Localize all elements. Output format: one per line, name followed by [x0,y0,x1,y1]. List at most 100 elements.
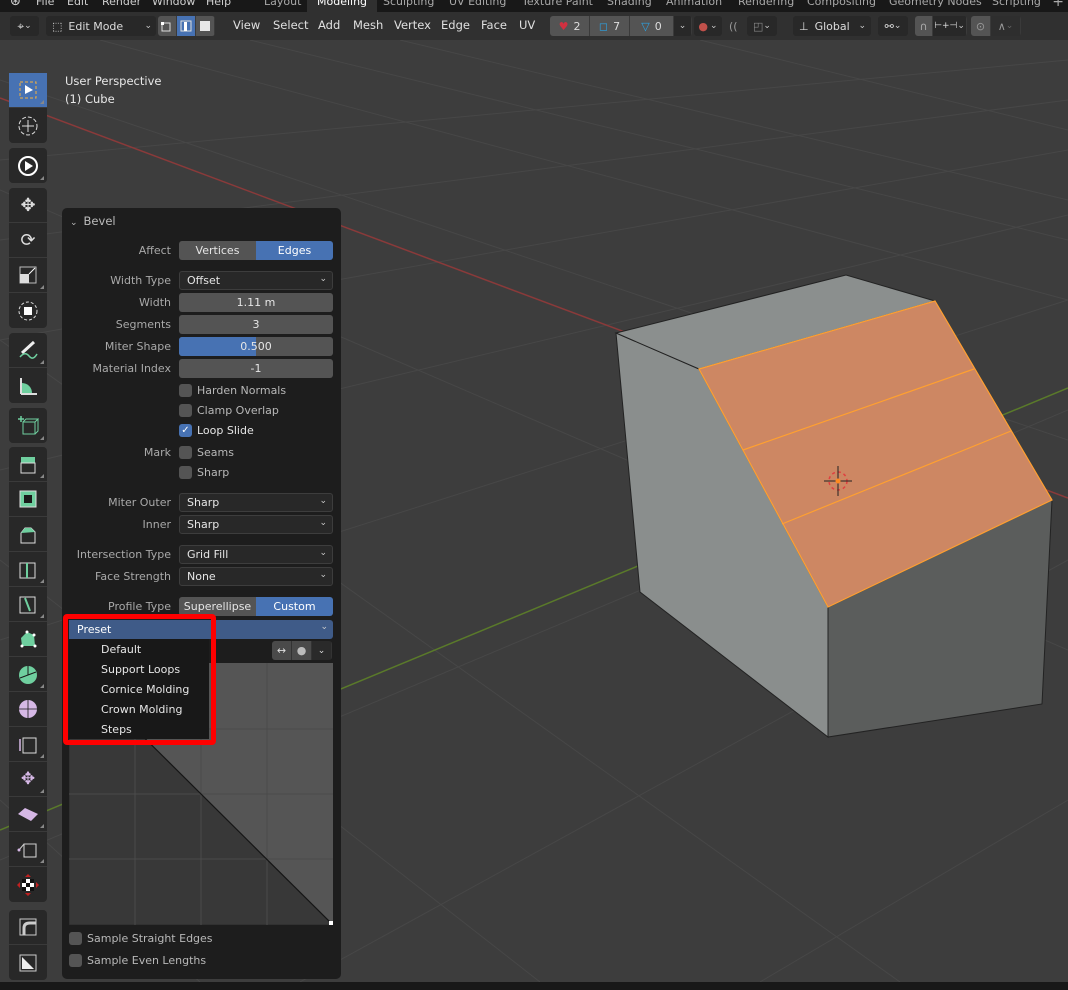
sample-straight-edges-checkbox[interactable]: Sample Straight Edges [69,932,213,945]
preset-item-cornice-molding[interactable]: Cornice Molding [69,679,209,699]
menu-select[interactable]: Select [273,18,308,32]
sample-even-lengths-checkbox[interactable]: Sample Even Lengths [69,954,206,967]
width-type-dropdown[interactable]: Offset ⌄ [179,271,333,290]
tool-rip-region[interactable] [9,832,47,867]
profile-superellipse-button[interactable]: Superellipse [179,597,256,616]
tab-geometry-nodes[interactable]: Geometry Nodes [879,0,992,12]
proportional-falloff-dropdown[interactable]: ∧ ⌄ [991,16,1021,36]
width-field[interactable]: 1.11 m [179,293,333,312]
preset-item-default[interactable]: Default [69,639,209,659]
tool-spin[interactable] [9,657,47,692]
miter-outer-dropdown[interactable]: Sharp ⌄ [179,493,333,512]
blender-logo-icon[interactable]: ⊛ [10,0,21,9]
menu-uv[interactable]: UV [519,18,535,32]
tool-shear[interactable] [9,797,47,832]
transform-orientation-dropdown[interactable]: ⊥ Global ⌄ [793,16,871,36]
tab-modeling[interactable]: Modeling [307,0,378,12]
tool-loop-cut[interactable] [9,552,47,587]
tool-inset-faces[interactable] [9,482,47,517]
miter-shape-slider[interactable]: 0.500 [179,337,333,356]
face-count[interactable]: ▽ 0 [630,16,674,36]
intersection-type-dropdown[interactable]: Grid Fill ⌄ [179,545,333,564]
mark-sharp-checkbox[interactable]: Sharp [179,466,229,479]
tool-bevel[interactable] [9,517,47,552]
menu-mesh[interactable]: Mesh [353,18,383,32]
tab-rendering[interactable]: Rendering [728,0,804,12]
proportional-edit-toggle[interactable]: ⊙ [971,16,991,36]
mark-seams-checkbox[interactable]: Seams [179,446,234,459]
tool-extrude-region[interactable] [9,447,47,482]
material-index-field[interactable]: -1 [179,359,333,378]
menu-add[interactable]: Add [318,18,340,32]
tool-select-box[interactable] [9,73,47,108]
menu-edit[interactable]: Edit [67,0,88,8]
menu-help[interactable]: Help [206,0,231,8]
panel-header[interactable]: ⌄ Bevel [70,214,116,228]
edge-select-mode-button[interactable] [177,16,196,36]
edge-count[interactable]: ◻ 7 [590,16,630,36]
inner-miter-dropdown[interactable]: Sharp ⌄ [179,515,333,534]
tool-tweak[interactable] [9,148,47,183]
segments-field[interactable]: 3 [179,315,333,334]
tool-smooth[interactable] [9,692,47,727]
tool-rotate[interactable]: ⟳ [9,223,47,258]
tool-measure[interactable] [9,368,47,403]
clip-button[interactable]: ● [292,641,312,660]
preset-item-crown-molding[interactable]: Crown Molding [69,699,209,719]
snap-element-button[interactable]: ● ⌄ [694,16,722,36]
axes-icon: ⊥ [799,19,809,33]
reverse-profile-button[interactable]: ↔ [272,641,292,660]
menu-file[interactable]: File [36,0,54,8]
tab-uv-editing[interactable]: UV Editing [439,0,516,12]
tab-sculpting[interactable]: Sculpting [373,0,444,12]
loop-slide-checkbox[interactable]: ✓ Loop Slide [179,424,254,437]
editor-type-button[interactable]: ⌖ ⌄ [10,16,39,36]
snap-target-dropdown[interactable]: ⊢+⊣ ⌄ [933,16,967,36]
menu-window[interactable]: Window [152,0,195,8]
tool-move[interactable]: ✥ [9,188,47,223]
mode-dropdown[interactable]: ⬚ Edit Mode ⌄ [46,16,156,36]
harden-normals-checkbox[interactable]: Harden Normals [179,384,286,397]
proportional-falloff-button[interactable]: ◰ ⌄ [747,16,777,36]
curve-options-dropdown[interactable]: ⌄ [312,641,332,660]
face-select-mode-button[interactable] [196,16,215,36]
preset-menu: Preset Default Support Loops Cornice Mol… [69,620,209,739]
tab-animation[interactable]: Animation [656,0,732,12]
tool-transform[interactable] [9,293,47,328]
tool-scale[interactable] [9,258,47,293]
tab-compositing[interactable]: Compositing [797,0,886,12]
tool-custom-2[interactable] [9,945,47,980]
tool-knife[interactable] [9,587,47,622]
tool-cursor[interactable] [9,108,47,143]
tool-custom-1[interactable] [9,910,47,945]
tool-add-cube[interactable] [9,408,47,443]
vertex-select-mode-button[interactable] [158,16,177,36]
tab-scripting[interactable]: Scripting [982,0,1051,12]
affect-edges-button[interactable]: Edges [256,241,333,260]
tool-poly-build[interactable] [9,622,47,657]
tab-layout[interactable]: Layout [254,0,311,12]
affect-vertices-button[interactable]: Vertices [179,241,256,260]
tool-shrink-fatten[interactable]: ✥ [9,762,47,797]
stats-dropdown[interactable]: ⌄ [674,16,692,36]
shading-curve-icon[interactable]: (( [729,20,738,33]
clamp-overlap-checkbox[interactable]: Clamp Overlap [179,404,279,417]
preset-item-support-loops[interactable]: Support Loops [69,659,209,679]
tool-to-sphere[interactable] [9,867,47,902]
menu-render[interactable]: Render [102,0,141,8]
tab-texture-paint[interactable]: Texture Paint [512,0,603,12]
preset-item-steps[interactable]: Steps [69,719,209,739]
menu-vertex[interactable]: Vertex [394,18,431,32]
profile-custom-button[interactable]: Custom [256,597,333,616]
tool-annotate[interactable] [9,333,47,368]
tab-shading[interactable]: Shading [597,0,662,12]
menu-edge[interactable]: Edge [441,18,470,32]
gizmo-count[interactable]: ♥ 2 [550,16,590,36]
menu-view[interactable]: View [233,18,260,32]
pivot-point-button[interactable]: ⚯ ⌄ [878,16,908,36]
snap-toggle[interactable]: ∩ [915,16,933,36]
face-strength-dropdown[interactable]: None ⌄ [179,567,333,586]
menu-face[interactable]: Face [481,18,507,32]
add-workspace-button[interactable]: + [1052,0,1064,10]
tool-edge-slide[interactable] [9,727,47,762]
